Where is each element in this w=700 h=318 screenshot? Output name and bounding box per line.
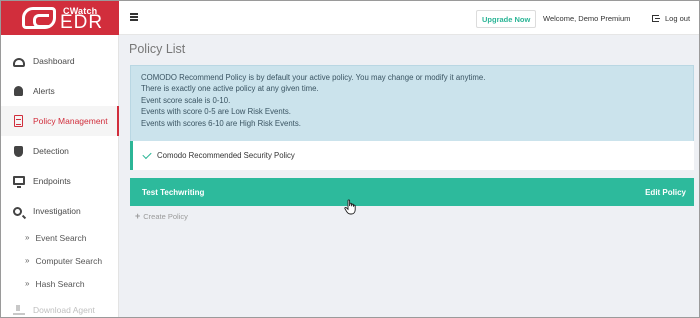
policy-name: Test Techwriting — [142, 187, 205, 197]
shield-icon — [14, 145, 23, 157]
sidebar-item-label: Policy Management — [33, 116, 108, 126]
logo-big-text: EDR — [60, 12, 104, 33]
info-line: Events with scores 6-10 are High Risk Ev… — [141, 118, 301, 128]
comodo-logo-icon — [22, 7, 56, 29]
policy-list-item[interactable]: Test Techwriting Edit Policy — [130, 178, 694, 206]
double-chevron-right-icon: » — [25, 256, 30, 265]
upgrade-now-button[interactable]: Upgrade Now — [476, 10, 537, 28]
sidebar-item-label: Dashboard — [33, 56, 75, 66]
sidebar-item-detection[interactable]: Detection — [1, 136, 119, 166]
edit-policy-button[interactable]: Edit Policy — [645, 188, 686, 197]
sidebar-item-investigation[interactable]: Investigation — [1, 196, 119, 226]
sidebar-nav: Dashboard Alerts Policy Management Detec… — [1, 46, 119, 317]
bell-icon — [14, 86, 23, 96]
sidebar-item-label: Endpoints — [33, 176, 71, 186]
plus-icon: + — [135, 211, 141, 221]
sidebar-item-alerts[interactable]: Alerts — [1, 76, 119, 106]
create-policy-button[interactable]: + Create Policy — [135, 211, 188, 221]
double-chevron-right-icon: » — [25, 279, 30, 288]
welcome-text: Welcome, Demo Premium — [543, 14, 631, 23]
sidebar-subitem-computer-search[interactable]: » Computer Search — [1, 249, 119, 272]
info-line: Event score scale is 0-10. — [141, 95, 231, 105]
monitor-icon — [13, 175, 25, 188]
app-window: CWatch EDR Dashboard Alerts Policy Manag… — [0, 0, 700, 318]
sidebar-item-endpoints[interactable]: Endpoints — [1, 166, 119, 196]
sidebar-subitem-label: Computer Search — [35, 255, 103, 266]
logout-button[interactable]: Log out — [652, 14, 690, 23]
download-icon — [13, 305, 25, 315]
sidebar-item-label: Download Agent — [33, 305, 95, 315]
sidebar-item-label: Detection — [33, 146, 69, 156]
sidebar-subitem-label: Hash Search — [35, 278, 85, 289]
hamburger-menu-icon[interactable] — [130, 13, 138, 21]
page-title: Policy List — [129, 42, 186, 56]
info-line: There is exactly one active policy at an… — [141, 84, 319, 94]
dashboard-icon — [13, 57, 25, 67]
document-icon — [14, 115, 23, 127]
search-icon — [13, 206, 22, 216]
sidebar: CWatch EDR Dashboard Alerts Policy Manag… — [1, 1, 119, 317]
sidebar-subitem-event-search[interactable]: » Event Search — [1, 226, 119, 249]
info-line: COMODO Recommend Policy is by default yo… — [141, 73, 486, 82]
logout-label: Log out — [665, 14, 691, 23]
sidebar-item-dashboard[interactable]: Dashboard — [1, 46, 119, 76]
active-policy-name: Comodo Recommended Security Policy — [157, 151, 295, 160]
hand-cursor-icon — [344, 199, 356, 215]
main-content: Policy List COMODO Recommend Policy is b… — [119, 35, 699, 317]
sidebar-subitem-label: Event Search — [35, 232, 87, 243]
sidebar-item-policy-management[interactable]: Policy Management — [1, 106, 119, 136]
double-chevron-right-icon: » — [25, 233, 30, 242]
create-policy-label: Create Policy — [143, 211, 188, 221]
sidebar-subitem-hash-search[interactable]: » Hash Search — [1, 272, 119, 295]
sidebar-item-download-agent[interactable]: Download Agent — [1, 295, 119, 317]
sidebar-item-label: Investigation — [33, 206, 81, 216]
info-line: Events with score 0-5 are Low Risk Event… — [141, 107, 291, 117]
top-bar: Upgrade Now Welcome, Demo Premium Log ou… — [119, 1, 699, 35]
sidebar-item-label: Alerts — [33, 86, 55, 96]
active-policy-row[interactable]: Comodo Recommended Security Policy — [130, 141, 694, 170]
logo[interactable]: CWatch EDR — [1, 1, 119, 35]
logout-icon — [652, 15, 660, 22]
check-icon — [142, 149, 152, 159]
